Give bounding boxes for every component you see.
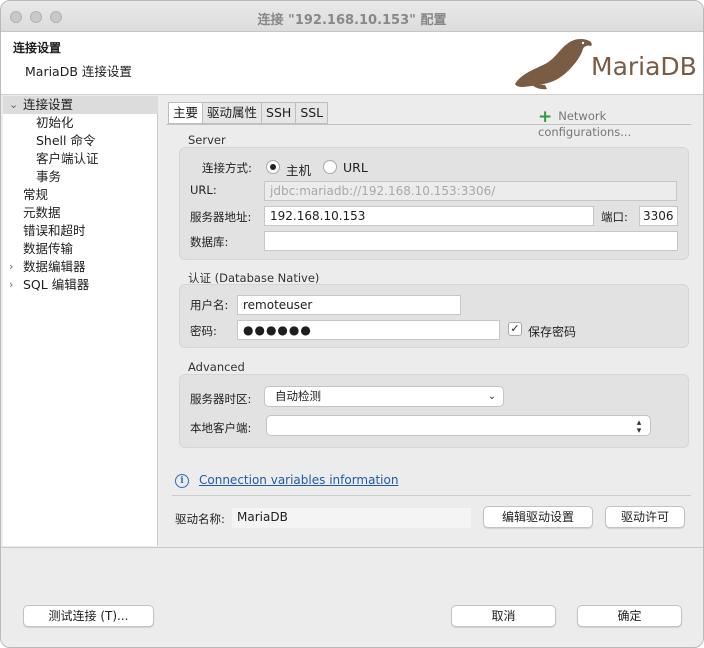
settings-sidebar: ⌄ 连接设置 初始化 Shell 命令 客户端认证 事务 常规 元数据 错误和超… <box>3 96 158 546</box>
save-password-checkbox[interactable]: ✓ <box>508 322 522 336</box>
driver-name-field: MariaDB <box>232 508 471 528</box>
sidebar-item-sql-editor[interactable]: › SQL 编辑器 <box>3 276 158 294</box>
server-timezone-label: 服务器时区: <box>190 392 252 406</box>
local-client-label: 本地客户端: <box>190 421 252 435</box>
save-password-label: 保存密码 <box>528 325 577 339</box>
cancel-button[interactable]: 取消 <box>451 605 556 627</box>
tab-driver-properties[interactable]: 驱动属性 <box>203 102 263 124</box>
mariadb-seal-logo-icon <box>515 39 592 90</box>
footer-bar: 测试连接 (T)... 取消 确定 <box>1 547 703 647</box>
port-field[interactable]: 3306 <box>639 206 678 226</box>
sidebar-item-label: 初始化 <box>36 115 74 130</box>
port-label: 端口: <box>601 210 628 224</box>
server-group: 连接方式: 主机 URL URL: jdbc:mariadb://192.168… <box>179 147 689 260</box>
radio-url[interactable] <box>323 160 337 174</box>
chevron-right-icon[interactable]: › <box>9 276 13 294</box>
sidebar-item-general[interactable]: 常规 <box>3 186 158 204</box>
sidebar-item-transactions[interactable]: 事务 <box>3 168 158 186</box>
tab-ssl[interactable]: SSL <box>296 102 329 124</box>
url-field[interactable]: jdbc:mariadb://192.168.10.153:3306/ <box>264 181 677 201</box>
sidebar-item-metadata[interactable]: 元数据 <box>3 204 158 222</box>
sidebar-item-label: 常规 <box>23 187 49 202</box>
sidebar-item-label: Shell 命令 <box>36 133 96 148</box>
database-field[interactable] <box>264 231 678 251</box>
sidebar-item-label: 客户端认证 <box>36 151 99 166</box>
username-field[interactable]: remoteuser <box>237 295 461 315</box>
mariadb-logo-text: MariaDB <box>591 52 697 81</box>
sidebar-item-data-editor[interactable]: › 数据编辑器 <box>3 258 158 276</box>
title-bar: 连接 "192.168.10.153" 配置 <box>1 1 703 32</box>
sidebar-item-errors-timeouts[interactable]: 错误和超时 <box>3 222 158 240</box>
connection-config-window: 连接 "192.168.10.153" 配置 连接设置 MariaDB 连接设置… <box>0 0 704 648</box>
sidebar-item-label: SQL 编辑器 <box>23 277 90 292</box>
advanced-group: 服务器时区: 自动检测 ⌄ 本地客户端: ▴ ▾ <box>179 374 689 448</box>
divider <box>172 495 691 496</box>
host-label: 服务器地址: <box>190 210 252 224</box>
up-down-chevron-icon: ▴ ▾ <box>636 418 642 436</box>
sidebar-item-label: 连接设置 <box>23 97 74 112</box>
server-timezone-select[interactable]: 自动检测 ⌄ <box>264 386 504 407</box>
ok-button[interactable]: 确定 <box>577 605 682 627</box>
driver-name-label: 驱动名称: <box>175 512 225 526</box>
connection-variables-link[interactable]: Connection variables information <box>199 473 398 487</box>
driver-license-button[interactable]: 驱动许可 <box>605 506 685 528</box>
edit-driver-settings-button[interactable]: 编辑驱动设置 <box>483 506 593 528</box>
auth-group: 用户名: remoteuser 密码: ●●●●●● ✓ 保存密码 <box>179 284 689 348</box>
sidebar-item-label: 元数据 <box>23 205 61 220</box>
page-header: 连接设置 MariaDB 连接设置 MariaDB <box>1 32 703 95</box>
chevron-down-icon[interactable]: ⌄ <box>9 96 18 114</box>
password-label: 密码: <box>190 324 217 338</box>
url-label: URL: <box>190 183 217 197</box>
sidebar-item-data-transfer[interactable]: 数据传输 <box>3 240 158 258</box>
connect-type-label: 连接方式: <box>202 161 252 175</box>
advanced-group-label: Advanced <box>188 360 245 374</box>
tab-ssh[interactable]: SSH <box>262 102 297 124</box>
test-connection-button[interactable]: 测试连接 (T)... <box>23 605 154 627</box>
sidebar-item-shell-commands[interactable]: Shell 命令 <box>3 132 158 150</box>
chevron-right-icon[interactable]: › <box>9 258 13 276</box>
local-client-select[interactable]: ▴ ▾ <box>266 415 651 436</box>
radio-host[interactable] <box>266 160 280 174</box>
sidebar-item-connection-settings[interactable]: ⌄ 连接设置 <box>3 96 158 114</box>
sidebar-item-label: 数据编辑器 <box>23 259 86 274</box>
host-field[interactable]: 192.168.10.153 <box>264 206 594 226</box>
page-subtitle: MariaDB 连接设置 <box>25 64 132 79</box>
tab-main[interactable]: 主要 <box>168 102 204 124</box>
server-timezone-value: 自动检测 <box>275 389 321 403</box>
page-title: 连接设置 <box>13 41 62 55</box>
database-label: 数据库: <box>190 235 229 249</box>
sidebar-item-init[interactable]: 初始化 <box>3 114 158 132</box>
server-group-label: Server <box>188 133 226 147</box>
sidebar-item-label: 数据传输 <box>23 241 74 256</box>
sidebar-item-label: 事务 <box>36 169 62 184</box>
info-icon: i <box>175 474 189 488</box>
sidebar-item-client-auth[interactable]: 客户端认证 <box>3 150 158 168</box>
network-configurations-link[interactable]: + Network configurations... <box>538 105 703 139</box>
radio-host-label: 主机 <box>286 163 312 178</box>
sidebar-item-label: 错误和超时 <box>23 223 86 238</box>
tab-divider <box>166 124 691 125</box>
radio-url-label: URL <box>343 160 368 175</box>
username-label: 用户名: <box>190 298 229 312</box>
password-field[interactable]: ●●●●●● <box>237 320 500 340</box>
main-panel: 主要 驱动属性 SSH SSL + Network configurations.… <box>161 96 703 546</box>
chevron-down-icon: ⌄ <box>487 391 497 402</box>
window-title: 连接 "192.168.10.153" 配置 <box>257 13 447 28</box>
tab-bar: 主要 驱动属性 SSH SSL <box>168 102 329 124</box>
